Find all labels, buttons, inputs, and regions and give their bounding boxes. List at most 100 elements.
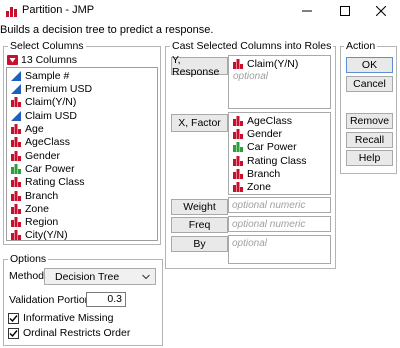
list-item[interactable]: Gender: [11, 149, 60, 163]
nominal-column-icon: [11, 150, 21, 161]
freq-hint: optional numeric: [232, 219, 306, 230]
nominal-column-icon: [233, 155, 243, 166]
by-role-box[interactable]: optional: [228, 235, 331, 264]
list-item-label: Car Power: [247, 141, 297, 154]
nominal-column-icon: [11, 177, 21, 188]
nominal-column-icon: [11, 124, 21, 135]
columns-count-row[interactable]: 13 Columns: [7, 54, 77, 66]
continuous-column-icon: [11, 70, 21, 81]
window-title: Partition - JMP: [22, 4, 95, 16]
list-item[interactable]: Car Power: [11, 162, 75, 176]
help-button[interactable]: Help: [346, 150, 393, 166]
list-item[interactable]: Claim USD: [11, 109, 77, 123]
nominal-column-icon: [11, 217, 21, 228]
list-item[interactable]: Age: [11, 122, 44, 136]
y-response-button[interactable]: Y, Response: [171, 54, 228, 78]
maximize-icon: [340, 6, 350, 16]
list-item[interactable]: Zone: [11, 202, 49, 216]
recall-button[interactable]: Recall: [346, 132, 393, 148]
informative-missing-checkbox[interactable]: [8, 312, 19, 324]
nominal-column-icon: [11, 137, 21, 148]
maximize-button[interactable]: [328, 0, 362, 22]
ordinal-restricts-label: Ordinal Restricts Order: [23, 327, 131, 339]
cast-roles-label: Cast Selected Columns into Roles: [170, 40, 334, 52]
list-item[interactable]: Gender: [233, 127, 282, 141]
list-item-label: Branch: [247, 168, 281, 181]
list-item[interactable]: Premium USD: [11, 82, 92, 96]
informative-missing-option[interactable]: Informative Missing: [8, 312, 113, 324]
list-item-label: Claim(Y/N): [25, 96, 77, 109]
list-item[interactable]: Car Power: [233, 141, 297, 155]
close-icon: [376, 6, 386, 16]
columns-list[interactable]: Sample # Premium USD Claim(Y/N) Claim USD Ag…: [6, 67, 158, 241]
weight-button[interactable]: Weight: [171, 199, 228, 215]
weight-hint: optional numeric: [232, 200, 306, 211]
list-item-label: Claim(Y/N): [247, 57, 299, 70]
list-item-label: AgeClass: [247, 114, 292, 127]
nominal-column-icon: [11, 203, 21, 214]
ordinal-restricts-option[interactable]: Ordinal Restricts Order: [8, 327, 130, 339]
title-bar: Partition - JMP: [0, 0, 400, 22]
list-item[interactable]: City(Y/N): [11, 229, 68, 243]
list-item-label: Car Power: [25, 162, 75, 175]
list-item-label: City(Y/N): [25, 229, 68, 242]
columns-count: 13 Columns: [21, 54, 78, 66]
list-item-label: Age: [25, 123, 44, 136]
validation-portion-label: Validation Portion: [9, 294, 91, 306]
list-item-label: Gender: [25, 149, 61, 162]
weight-role-box[interactable]: optional numeric: [228, 197, 331, 213]
list-item-label: Zone: [25, 202, 49, 215]
method-value: Decision Tree: [55, 270, 120, 283]
list-item-label: AgeClass: [25, 136, 70, 149]
nominal-column-icon: [11, 97, 21, 108]
validation-portion-input[interactable]: 0.3: [86, 292, 126, 307]
list-item[interactable]: Branch: [233, 167, 280, 181]
list-item[interactable]: Rating Class: [11, 175, 85, 189]
freq-role-box[interactable]: optional numeric: [228, 216, 331, 232]
by-button[interactable]: By: [171, 236, 228, 252]
list-item-label: Rating Class: [247, 154, 307, 167]
list-item-label: Sample #: [25, 69, 70, 82]
list-item-label: Region: [25, 216, 59, 229]
continuous-column-icon: [11, 84, 21, 95]
red-triangle-menu-icon: [7, 55, 18, 65]
list-item[interactable]: Rating Class: [233, 154, 307, 168]
list-item[interactable]: Branch: [11, 189, 58, 203]
ordinal-column-icon: [11, 163, 21, 174]
list-item[interactable]: Region: [11, 215, 58, 229]
cancel-button[interactable]: Cancel: [346, 76, 393, 92]
method-select[interactable]: Decision Tree: [44, 268, 156, 285]
ordinal-column-icon: [233, 142, 243, 153]
dialog-description: Builds a decision tree to predict a resp…: [0, 24, 214, 36]
nominal-column-icon: [233, 182, 243, 193]
informative-missing-label: Informative Missing: [23, 312, 114, 324]
nominal-column-icon: [11, 190, 21, 201]
jmp-app-icon: [6, 7, 17, 17]
checkmark-icon: [9, 314, 18, 322]
freq-button[interactable]: Freq: [171, 217, 228, 233]
list-item[interactable]: Claim(Y/N): [11, 96, 76, 110]
close-window-button[interactable]: [364, 0, 398, 22]
x-factor-role-list[interactable]: AgeClass Gender Car Power Rating Class Branc…: [228, 112, 331, 195]
ok-button[interactable]: OK: [346, 57, 393, 73]
list-item[interactable]: Zone: [233, 181, 271, 195]
list-item[interactable]: AgeClass: [233, 114, 292, 128]
nominal-column-icon: [233, 169, 243, 180]
list-item[interactable]: Claim(Y/N): [233, 57, 298, 71]
nominal-column-icon: [11, 230, 21, 241]
list-item-label: Zone: [247, 181, 271, 194]
x-factor-button[interactable]: X, Factor: [171, 114, 228, 132]
continuous-column-icon: [11, 110, 21, 121]
nominal-column-icon: [233, 115, 243, 126]
list-item-label: Premium USD: [25, 83, 93, 96]
minimize-icon: [302, 10, 312, 12]
y-response-role-list[interactable]: Claim(Y/N) optional: [228, 55, 331, 109]
y-response-hint: optional: [233, 71, 269, 82]
options-label: Options: [8, 253, 49, 265]
list-item[interactable]: Sample #: [11, 69, 69, 83]
nominal-column-icon: [233, 58, 243, 69]
list-item[interactable]: AgeClass: [11, 136, 70, 150]
ordinal-restricts-checkbox[interactable]: [8, 327, 19, 339]
remove-button[interactable]: Remove: [346, 113, 393, 129]
minimize-button[interactable]: [290, 0, 324, 22]
